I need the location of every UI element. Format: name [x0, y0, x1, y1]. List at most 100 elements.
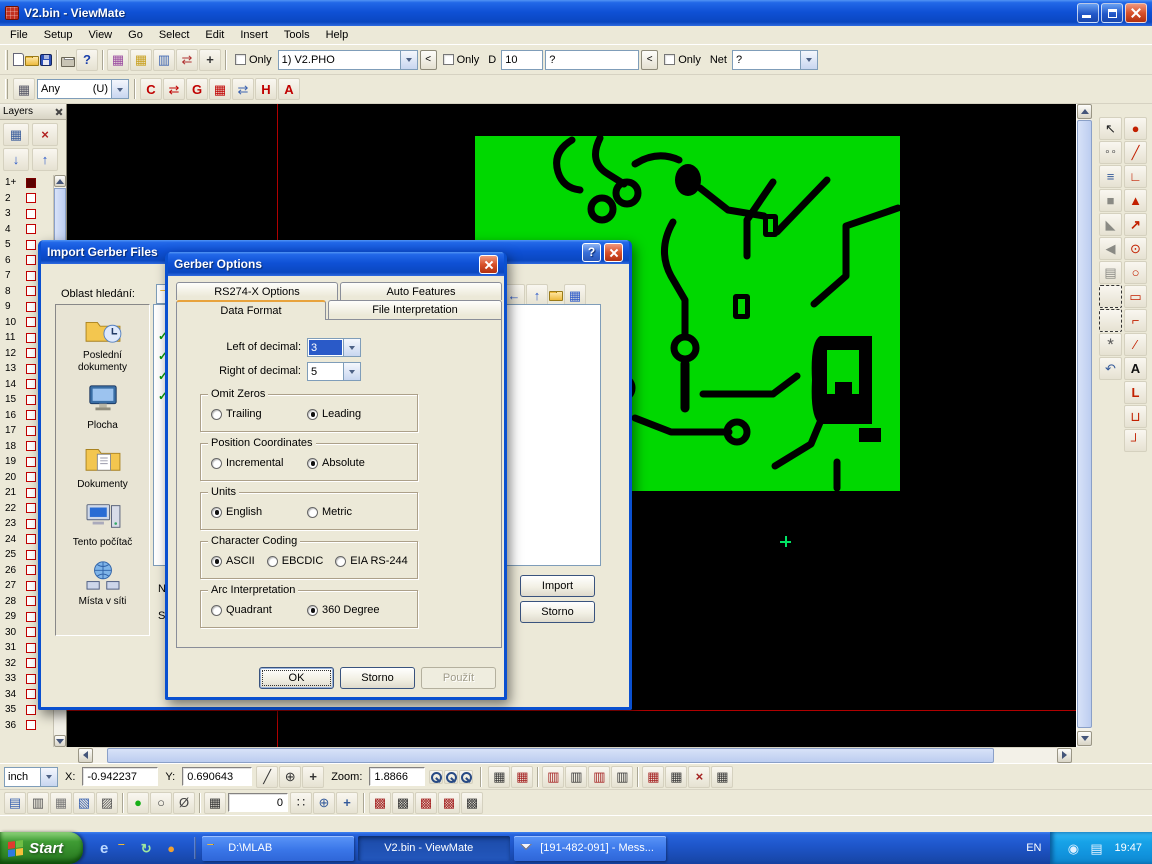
h-query-icon[interactable]: H: [255, 78, 277, 100]
menu-go[interactable]: Go: [120, 27, 151, 43]
prev-layer-button[interactable]: <: [420, 50, 437, 70]
layer-color-swatch[interactable]: [26, 317, 36, 327]
layer-color-swatch[interactable]: [26, 426, 36, 436]
dlg-views-icon[interactable]: ▦: [564, 284, 586, 306]
tray-device-icon[interactable]: ◉: [1062, 837, 1084, 859]
layer-color-swatch[interactable]: [26, 240, 36, 250]
print-icon[interactable]: [61, 57, 75, 67]
layers-panel-header[interactable]: Layers: [0, 104, 66, 120]
films-table-icon[interactable]: ▥: [153, 49, 175, 71]
radio-metric[interactable]: Metric: [307, 506, 352, 518]
gear-icon[interactable]: *: [1099, 333, 1122, 356]
only-net-checkbox[interactable]: Only: [664, 54, 701, 66]
ie-icon[interactable]: e: [93, 837, 115, 859]
chevron-down-icon[interactable]: [40, 768, 57, 786]
chevron-down-icon[interactable]: [800, 51, 817, 69]
c-query-icon[interactable]: C: [140, 78, 162, 100]
draw-pad-icon[interactable]: ●: [1124, 117, 1147, 140]
place-network[interactable]: Místa v síti: [58, 559, 148, 608]
layer-down-icon[interactable]: ↓: [3, 148, 29, 171]
layer-color-swatch[interactable]: [26, 472, 36, 482]
layer-color-swatch[interactable]: [26, 364, 36, 374]
zoom-in-icon[interactable]: [429, 770, 443, 784]
taskbar-task[interactable]: V2.bin - ViewMate: [358, 836, 510, 861]
pattern-icon[interactable]: ▦: [209, 78, 231, 100]
select-pointer-icon[interactable]: ↖: [1099, 117, 1122, 140]
draw-circle-icon[interactable]: ⊙: [1124, 237, 1147, 260]
horizontal-scroll-thumb[interactable]: [107, 748, 994, 763]
unit-combo[interactable]: inch: [4, 767, 58, 787]
g-query-icon[interactable]: G: [186, 78, 208, 100]
pads-dark-a[interactable]: ▩: [461, 792, 483, 814]
cancel-button[interactable]: Storno: [340, 667, 415, 689]
layer-color-swatch[interactable]: [26, 441, 36, 451]
scroll-down-button[interactable]: [1077, 731, 1092, 746]
layer-row[interactable]: 36: [0, 718, 53, 734]
pat-grid-red[interactable]: ▦: [511, 766, 533, 788]
pads-red-a[interactable]: ▩: [369, 792, 391, 814]
scroll-down-button[interactable]: [54, 735, 66, 747]
language-indicator[interactable]: EN: [1021, 842, 1046, 854]
dcode-filter-input[interactable]: ?: [545, 50, 639, 70]
folder-win-icon[interactable]: [118, 844, 132, 854]
dcode-input[interactable]: 10: [501, 50, 543, 70]
pat-grid-dark[interactable]: ▦: [488, 766, 510, 788]
film-x-icon[interactable]: ▧: [73, 792, 95, 814]
chevron-down-icon[interactable]: [343, 363, 360, 380]
place-desktop[interactable]: Plocha: [58, 383, 148, 432]
layer-color-swatch[interactable]: [26, 209, 36, 219]
layer-color-swatch[interactable]: [26, 503, 36, 513]
only-dcode-checkbox[interactable]: Only: [443, 54, 480, 66]
taskbar-task[interactable]: [191-482-091] - Mess...: [514, 836, 666, 861]
import-button[interactable]: Import: [520, 575, 595, 597]
layer-color-swatch[interactable]: [26, 596, 36, 606]
layer-color-swatch[interactable]: [26, 658, 36, 668]
layer-color-swatch[interactable]: [26, 643, 36, 653]
draw-ellipse-icon[interactable]: ○: [1124, 261, 1147, 284]
right-decimal-combo[interactable]: 5: [307, 362, 361, 381]
save-icon[interactable]: [40, 54, 52, 66]
close-button[interactable]: [604, 243, 623, 262]
dlg-up-icon[interactable]: ↑: [526, 284, 548, 306]
left-decimal-combo[interactable]: 3: [307, 338, 361, 357]
draw-slash-icon[interactable]: ∕: [1124, 333, 1147, 356]
probe-off-icon[interactable]: ○: [150, 792, 172, 814]
layer-row[interactable]: 1+: [0, 175, 53, 191]
pat-grid-red[interactable]: ▦: [642, 766, 664, 788]
film-stack-icon[interactable]: ▤: [4, 792, 26, 814]
draw-polyline-icon[interactable]: ∟: [1124, 165, 1147, 188]
layer-color-swatch[interactable]: [26, 271, 36, 281]
marquee-icon[interactable]: [1099, 285, 1122, 308]
radio-english[interactable]: English: [211, 506, 295, 518]
measure-icon[interactable]: +: [199, 49, 221, 71]
chevron-down-icon[interactable]: [343, 339, 360, 356]
taskbar-task[interactable]: D:\MLAB: [202, 836, 354, 861]
close-icon[interactable]: [55, 108, 63, 116]
layer-color-swatch[interactable]: [26, 410, 36, 420]
layer-color-swatch[interactable]: [26, 612, 36, 622]
layer-color-swatch[interactable]: [26, 457, 36, 467]
gerber-dialog-titlebar[interactable]: Gerber Options: [168, 252, 504, 276]
menu-file[interactable]: File: [2, 27, 36, 43]
dlg-newfolder-icon[interactable]: [549, 291, 563, 301]
draw-corner-icon[interactable]: ⌐: [1124, 309, 1147, 332]
menu-tools[interactable]: Tools: [276, 27, 318, 43]
draw-arrow-icon[interactable]: ↗: [1124, 213, 1147, 236]
draw-j-icon[interactable]: ┘: [1124, 429, 1147, 452]
menu-view[interactable]: View: [80, 27, 120, 43]
layer-color-swatch[interactable]: [26, 193, 36, 203]
menu-help[interactable]: Help: [318, 27, 357, 43]
layer-color-swatch[interactable]: [26, 674, 36, 684]
vertical-scrollbar[interactable]: [1076, 104, 1092, 747]
dcode-table-icon[interactable]: ▦: [107, 49, 129, 71]
tab-rs274-x-options[interactable]: RS274-X Options: [176, 282, 338, 300]
layer-color-swatch[interactable]: [26, 488, 36, 498]
origin2-icon[interactable]: ⊕: [313, 792, 335, 814]
text-a-icon[interactable]: A: [1124, 357, 1147, 380]
help-button[interactable]: ?: [582, 243, 601, 262]
new-file-icon[interactable]: [13, 53, 24, 66]
layer-color-swatch[interactable]: [26, 705, 36, 715]
layer-films-icon[interactable]: ▦: [3, 123, 29, 146]
undo-icon[interactable]: ↶: [1099, 357, 1122, 380]
tray-keyboard-icon[interactable]: ▤: [1085, 837, 1107, 859]
